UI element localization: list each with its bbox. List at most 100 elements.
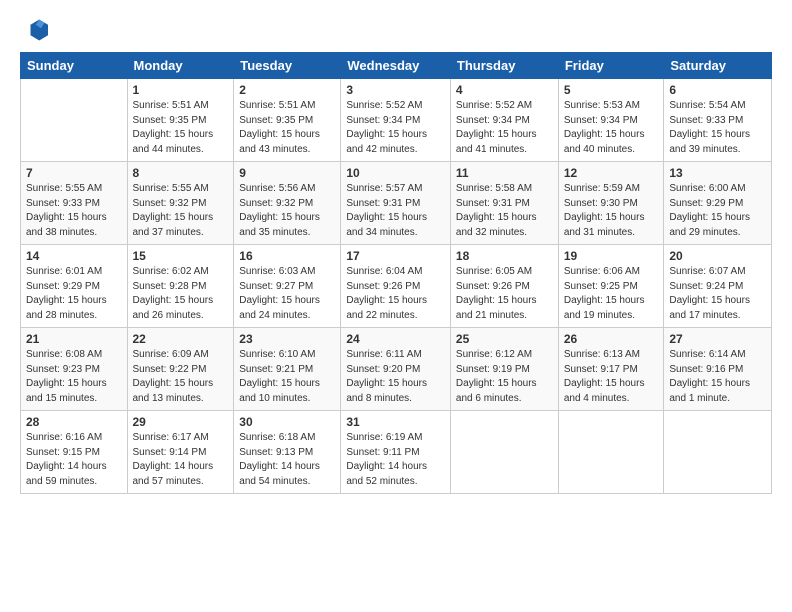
day-number: 6 — [669, 83, 766, 97]
calendar-cell: 15 Sunrise: 6:02 AM Sunset: 9:28 PM Dayli… — [127, 245, 234, 328]
calendar-header-sunday: Sunday — [21, 53, 128, 79]
day-number: 25 — [456, 332, 553, 346]
day-number: 8 — [133, 166, 229, 180]
day-info: Sunrise: 6:18 AM Sunset: 9:13 PM Dayligh… — [239, 431, 335, 489]
day-info: Sunrise: 5:53 AM Sunset: 9:34 PM Dayligh… — [564, 99, 659, 157]
day-info: Sunrise: 5:57 AM Sunset: 9:31 PM Dayligh… — [346, 182, 445, 240]
day-number: 18 — [456, 249, 553, 263]
day-number: 30 — [239, 415, 335, 429]
calendar-cell: 17 Sunrise: 6:04 AM Sunset: 9:26 PM Dayli… — [341, 245, 451, 328]
day-info: Sunrise: 6:16 AM Sunset: 9:15 PM Dayligh… — [26, 431, 122, 489]
day-number: 21 — [26, 332, 122, 346]
calendar-cell: 26 Sunrise: 6:13 AM Sunset: 9:17 PM Dayli… — [558, 328, 664, 411]
day-info: Sunrise: 5:59 AM Sunset: 9:30 PM Dayligh… — [564, 182, 659, 240]
day-number: 10 — [346, 166, 445, 180]
day-number: 16 — [239, 249, 335, 263]
day-info: Sunrise: 6:04 AM Sunset: 9:26 PM Dayligh… — [346, 265, 445, 323]
day-number: 11 — [456, 166, 553, 180]
calendar-header-tuesday: Tuesday — [234, 53, 341, 79]
day-info: Sunrise: 5:56 AM Sunset: 9:32 PM Dayligh… — [239, 182, 335, 240]
day-number: 17 — [346, 249, 445, 263]
day-info: Sunrise: 5:51 AM Sunset: 9:35 PM Dayligh… — [133, 99, 229, 157]
calendar-header-row: SundayMondayTuesdayWednesdayThursdayFrid… — [21, 53, 772, 79]
calendar-cell: 24 Sunrise: 6:11 AM Sunset: 9:20 PM Dayli… — [341, 328, 451, 411]
calendar-cell: 8 Sunrise: 5:55 AM Sunset: 9:32 PM Daylig… — [127, 162, 234, 245]
calendar-cell: 21 Sunrise: 6:08 AM Sunset: 9:23 PM Dayli… — [21, 328, 128, 411]
day-number: 23 — [239, 332, 335, 346]
calendar-cell: 11 Sunrise: 5:58 AM Sunset: 9:31 PM Dayli… — [450, 162, 558, 245]
calendar-cell: 2 Sunrise: 5:51 AM Sunset: 9:35 PM Daylig… — [234, 79, 341, 162]
calendar-cell: 23 Sunrise: 6:10 AM Sunset: 9:21 PM Dayli… — [234, 328, 341, 411]
day-info: Sunrise: 6:14 AM Sunset: 9:16 PM Dayligh… — [669, 348, 766, 406]
day-info: Sunrise: 6:11 AM Sunset: 9:20 PM Dayligh… — [346, 348, 445, 406]
calendar-week-2: 14 Sunrise: 6:01 AM Sunset: 9:29 PM Dayli… — [21, 245, 772, 328]
day-info: Sunrise: 6:10 AM Sunset: 9:21 PM Dayligh… — [239, 348, 335, 406]
calendar-cell: 12 Sunrise: 5:59 AM Sunset: 9:30 PM Dayli… — [558, 162, 664, 245]
day-number: 29 — [133, 415, 229, 429]
calendar-cell: 6Sunrise: 5:54 AM Sunset: 9:33 PM Daylig… — [664, 79, 772, 162]
day-info: Sunrise: 6:06 AM Sunset: 9:25 PM Dayligh… — [564, 265, 659, 323]
day-number: 1 — [133, 83, 229, 97]
calendar-header-saturday: Saturday — [664, 53, 772, 79]
calendar-week-1: 7 Sunrise: 5:55 AM Sunset: 9:33 PM Daylig… — [21, 162, 772, 245]
calendar-header-friday: Friday — [558, 53, 664, 79]
day-number: 5 — [564, 83, 659, 97]
day-number: 31 — [346, 415, 445, 429]
day-number: 13 — [669, 166, 766, 180]
day-info: Sunrise: 5:55 AM Sunset: 9:32 PM Dayligh… — [133, 182, 229, 240]
day-info: Sunrise: 6:19 AM Sunset: 9:11 PM Dayligh… — [346, 431, 445, 489]
logo — [20, 16, 52, 44]
day-info: Sunrise: 5:58 AM Sunset: 9:31 PM Dayligh… — [456, 182, 553, 240]
day-number: 27 — [669, 332, 766, 346]
day-info: Sunrise: 5:55 AM Sunset: 9:33 PM Dayligh… — [26, 182, 122, 240]
calendar-cell: 18 Sunrise: 6:05 AM Sunset: 9:26 PM Dayli… — [450, 245, 558, 328]
day-number: 14 — [26, 249, 122, 263]
calendar-header-monday: Monday — [127, 53, 234, 79]
calendar: SundayMondayTuesdayWednesdayThursdayFrid… — [20, 52, 772, 494]
calendar-week-3: 21 Sunrise: 6:08 AM Sunset: 9:23 PM Dayli… — [21, 328, 772, 411]
day-info: Sunrise: 5:52 AM Sunset: 9:34 PM Dayligh… — [346, 99, 445, 157]
calendar-cell: 10 Sunrise: 5:57 AM Sunset: 9:31 PM Dayli… — [341, 162, 451, 245]
calendar-header-wednesday: Wednesday — [341, 53, 451, 79]
calendar-cell: 22Sunrise: 6:09 AM Sunset: 9:22 PM Dayli… — [127, 328, 234, 411]
calendar-cell: 31 Sunrise: 6:19 AM Sunset: 9:11 PM Dayli… — [341, 411, 451, 494]
calendar-cell — [664, 411, 772, 494]
calendar-header-thursday: Thursday — [450, 53, 558, 79]
day-info: Sunrise: 6:08 AM Sunset: 9:23 PM Dayligh… — [26, 348, 122, 406]
day-number: 9 — [239, 166, 335, 180]
day-info: Sunrise: 5:51 AM Sunset: 9:35 PM Dayligh… — [239, 99, 335, 157]
day-info: Sunrise: 6:09 AM Sunset: 9:22 PM Dayligh… — [133, 348, 229, 406]
day-number: 15 — [133, 249, 229, 263]
day-info: Sunrise: 6:05 AM Sunset: 9:26 PM Dayligh… — [456, 265, 553, 323]
day-number: 12 — [564, 166, 659, 180]
logo-icon — [20, 16, 48, 44]
calendar-week-0: 1 Sunrise: 5:51 AM Sunset: 9:35 PM Daylig… — [21, 79, 772, 162]
day-info: Sunrise: 6:12 AM Sunset: 9:19 PM Dayligh… — [456, 348, 553, 406]
calendar-cell: 19 Sunrise: 6:06 AM Sunset: 9:25 PM Dayli… — [558, 245, 664, 328]
day-number: 19 — [564, 249, 659, 263]
day-info: Sunrise: 5:52 AM Sunset: 9:34 PM Dayligh… — [456, 99, 553, 157]
calendar-cell: 29Sunrise: 6:17 AM Sunset: 9:14 PM Dayli… — [127, 411, 234, 494]
calendar-cell — [450, 411, 558, 494]
day-number: 3 — [346, 83, 445, 97]
calendar-cell: 5 Sunrise: 5:53 AM Sunset: 9:34 PM Daylig… — [558, 79, 664, 162]
day-info: Sunrise: 6:13 AM Sunset: 9:17 PM Dayligh… — [564, 348, 659, 406]
day-info: Sunrise: 6:02 AM Sunset: 9:28 PM Dayligh… — [133, 265, 229, 323]
calendar-cell: 4Sunrise: 5:52 AM Sunset: 9:34 PM Daylig… — [450, 79, 558, 162]
calendar-cell: 25 Sunrise: 6:12 AM Sunset: 9:19 PM Dayli… — [450, 328, 558, 411]
calendar-cell: 3 Sunrise: 5:52 AM Sunset: 9:34 PM Daylig… — [341, 79, 451, 162]
calendar-cell: 9 Sunrise: 5:56 AM Sunset: 9:32 PM Daylig… — [234, 162, 341, 245]
day-number: 26 — [564, 332, 659, 346]
day-info: Sunrise: 6:07 AM Sunset: 9:24 PM Dayligh… — [669, 265, 766, 323]
day-info: Sunrise: 6:03 AM Sunset: 9:27 PM Dayligh… — [239, 265, 335, 323]
day-number: 28 — [26, 415, 122, 429]
day-number: 24 — [346, 332, 445, 346]
calendar-cell: 13 Sunrise: 6:00 AM Sunset: 9:29 PM Dayli… — [664, 162, 772, 245]
day-info: Sunrise: 6:01 AM Sunset: 9:29 PM Dayligh… — [26, 265, 122, 323]
day-info: Sunrise: 6:00 AM Sunset: 9:29 PM Dayligh… — [669, 182, 766, 240]
calendar-cell: 28 Sunrise: 6:16 AM Sunset: 9:15 PM Dayli… — [21, 411, 128, 494]
calendar-week-4: 28 Sunrise: 6:16 AM Sunset: 9:15 PM Dayli… — [21, 411, 772, 494]
day-number: 7 — [26, 166, 122, 180]
header — [20, 16, 772, 44]
day-number: 2 — [239, 83, 335, 97]
